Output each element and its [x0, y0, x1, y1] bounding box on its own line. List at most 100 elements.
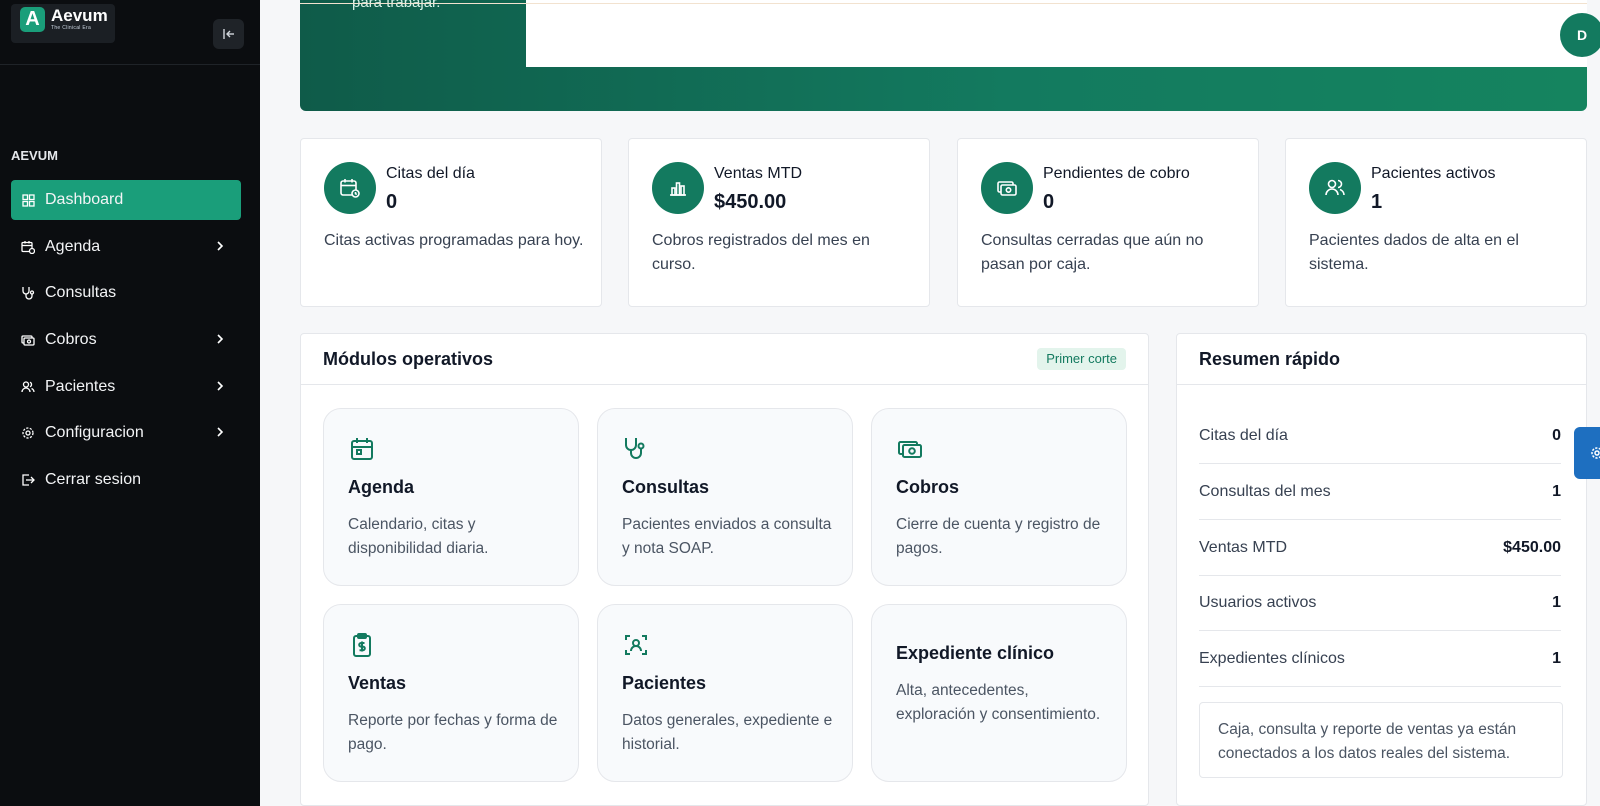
sidebar-item-label: Pacientes: [45, 377, 116, 395]
module-card-consultas[interactable]: Consultas Pacientes enviados a consulta …: [597, 408, 853, 586]
users-icon: [21, 380, 35, 394]
module-card-cobros[interactable]: Cobros Cierre de cuenta y registro de pa…: [871, 408, 1127, 586]
modules-panel: Módulos operativos Primer corte Agenda C…: [300, 333, 1149, 806]
users-icon: [1309, 162, 1361, 214]
summary-row: Citas del día 0: [1199, 408, 1561, 464]
module-title: Agenda: [348, 477, 415, 497]
gear-icon: [21, 426, 35, 440]
module-title: Cobros: [896, 477, 959, 497]
modules-panel-header: Módulos operativos Primer corte: [301, 334, 1148, 385]
banner-text: para trabajar.: [352, 0, 441, 11]
grid-icon: [21, 193, 35, 207]
summary-value: 0: [1552, 426, 1561, 444]
stat-label: Ventas MTD: [714, 165, 803, 182]
logout-icon: [21, 473, 35, 487]
module-title: Ventas: [348, 673, 407, 693]
summary-row: Expedientes clínicos 1: [1199, 631, 1561, 687]
module-card-expediente[interactable]: Expediente clínico Alta, antecedentes, e…: [871, 604, 1127, 782]
brand-tagline: The Clinical Era: [51, 25, 92, 31]
sidebar-item-label: Agenda: [45, 237, 101, 255]
module-card-agenda[interactable]: Agenda Calendario, citas y disponibilida…: [323, 408, 579, 586]
calendar-icon: [351, 438, 373, 460]
chevron-right-icon: [217, 241, 224, 251]
sidebar-item-label: Dashboard: [45, 191, 124, 208]
stat-value: $450.00: [714, 191, 787, 213]
banknote-icon: [21, 333, 35, 347]
clipboard-dollar-icon: [353, 633, 371, 657]
sidebar: A Aevum The Clinical Era AEVUM Dashboard…: [0, 0, 260, 806]
chevron-right-icon: [217, 334, 224, 344]
summary-note: Caja, consulta y reporte de ventas ya es…: [1199, 702, 1563, 778]
summary-row: Ventas MTD $450.00: [1199, 520, 1561, 576]
summary-value: $450.00: [1503, 538, 1561, 556]
stat-description: Citas activas programadas para hoy.: [324, 232, 584, 249]
page-edge: [1587, 0, 1600, 806]
sidebar-item-dashboard[interactable]: Dashboard: [11, 180, 241, 220]
collapse-sidebar-button[interactable]: [213, 19, 244, 49]
chevron-right-icon: [217, 427, 224, 438]
stat-description: Consultas cerradas que aún no pasan por …: [981, 232, 1204, 273]
module-description: Datos generales, expediente e historial.: [622, 712, 833, 753]
stat-value: 0: [386, 191, 398, 213]
stat-card-citas: Citas del día 0 Citas activas programada…: [300, 138, 602, 307]
module-title: Pacientes: [622, 673, 707, 693]
summary-value: 1: [1552, 649, 1561, 667]
brand-name: Aevum: [51, 6, 108, 25]
stat-card-pacientes: Pacientes activos 1 Pacientes dados de a…: [1285, 138, 1587, 307]
summary-value: 1: [1552, 482, 1561, 500]
summary-panel-header: Resumen rápido: [1177, 334, 1586, 385]
sidebar-item-consultas[interactable]: Consultas: [11, 273, 241, 313]
logo-mark: A: [20, 7, 45, 32]
summary-row: Consultas del mes 1: [1199, 464, 1561, 520]
module-card-pacientes[interactable]: Pacientes Datos generales, expediente e …: [597, 604, 853, 782]
module-card-ventas[interactable]: Ventas Reporte por fechas y forma de pag…: [323, 604, 579, 782]
sidebar-item-label: Cobros: [45, 331, 97, 349]
module-title: Consultas: [622, 477, 710, 497]
brand-logo[interactable]: A Aevum The Clinical Era: [11, 4, 115, 43]
sidebar-divider: [0, 64, 260, 65]
stat-label: Pacientes activos: [1371, 165, 1496, 182]
module-description: Cierre de cuenta y registro de pagos.: [896, 516, 1101, 557]
stat-label: Pendientes de cobro: [1043, 165, 1190, 182]
status-badge: Primer corte: [1037, 348, 1126, 370]
topbar: [526, 0, 1587, 67]
module-description: Pacientes enviados a consulta y nota SOA…: [622, 516, 832, 557]
banknote-icon: [898, 441, 922, 458]
sidebar-item-configuracion[interactable]: Configuracion: [11, 413, 241, 453]
summary-row: Usuarios activos 1: [1199, 575, 1561, 631]
sidebar-item-cobros[interactable]: Cobros: [11, 320, 241, 360]
collapse-left-icon: [222, 29, 234, 39]
module-description: Calendario, citas y disponibilidad diari…: [348, 516, 489, 557]
gear-icon: [1591, 447, 1600, 459]
calendar-clock-icon: [324, 162, 376, 214]
stat-card-pendientes: Pendientes de cobro 0 Consultas cerradas…: [957, 138, 1259, 307]
sidebar-item-cerrar-sesion[interactable]: Cerrar sesion: [11, 460, 241, 500]
stat-description: Pacientes dados de alta en el sistema.: [1309, 232, 1519, 273]
sidebar-section-label: AEVUM: [11, 148, 58, 163]
module-description: Reporte por fechas y forma de pago.: [348, 712, 558, 753]
avatar[interactable]: D: [1560, 13, 1600, 57]
summary-label: Consultas del mes: [1199, 482, 1331, 500]
summary-panel: Resumen rápido Citas del día 0 Consultas…: [1176, 333, 1587, 806]
stat-value: 0: [1043, 191, 1055, 213]
stat-value: 1: [1371, 191, 1383, 213]
module-title: Expediente clínico: [896, 643, 1055, 663]
bar-chart-icon: [652, 162, 704, 214]
floating-settings-button[interactable]: [1574, 427, 1600, 479]
sidebar-item-agenda[interactable]: Agenda: [11, 227, 241, 267]
summary-label: Usuarios activos: [1199, 593, 1317, 611]
scan-user-icon: [625, 635, 647, 655]
sidebar-item-label: Configuracion: [45, 424, 144, 442]
banknote-icon: [981, 162, 1033, 214]
module-description: Alta, antecedentes, exploración y consen…: [896, 682, 1101, 723]
sidebar-nav: Dashboard Agenda Consultas Cobros Pacien…: [11, 180, 241, 507]
calendar-clock-icon: [21, 240, 35, 254]
summary-label: Ventas MTD: [1199, 538, 1288, 556]
summary-label: Citas del día: [1199, 426, 1288, 444]
stethoscope-icon: [21, 286, 35, 300]
panel-title: Módulos operativos: [323, 349, 494, 369]
sidebar-item-pacientes[interactable]: Pacientes: [11, 367, 241, 407]
sidebar-item-label: Cerrar sesion: [45, 471, 142, 489]
summary-value: 1: [1552, 593, 1561, 611]
stethoscope-icon: [625, 438, 645, 459]
